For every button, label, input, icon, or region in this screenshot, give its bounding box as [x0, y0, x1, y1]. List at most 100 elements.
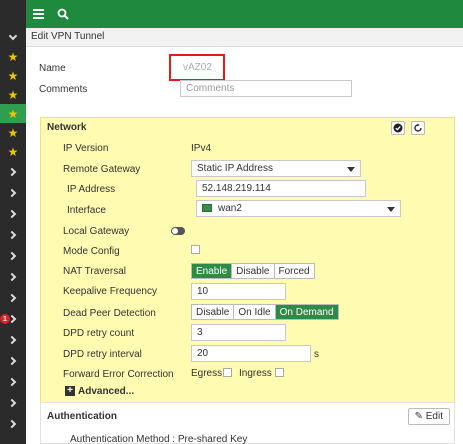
chevron-right-icon [7, 377, 17, 386]
sidebar-favorite-3[interactable]: ★ [0, 85, 26, 104]
comments-textarea[interactable]: Comments [180, 80, 352, 97]
mode-config-label: Mode Config [63, 246, 120, 257]
sidebar-favorite-6[interactable]: ★ [0, 142, 26, 161]
star-icon: ★ [7, 87, 19, 102]
fec-ingress-label: Ingress [239, 368, 272, 379]
authentication-panel: Authentication ✎ Edit Authentication Met… [40, 402, 455, 444]
name-label: Name [39, 63, 66, 74]
menu-icon[interactable] [30, 0, 46, 28]
sidebar-expand-10[interactable] [0, 351, 26, 370]
chevron-right-icon [7, 188, 17, 197]
refresh-icon[interactable] [411, 121, 425, 135]
chevron-right-icon [7, 251, 17, 260]
plus-icon[interactable]: + [65, 386, 75, 396]
interface-select[interactable]: wan2 [196, 200, 401, 217]
dpd-segment: Disable On Idle On Demand [191, 304, 339, 320]
remote-gateway-value: Static IP Address [197, 163, 273, 174]
interface-value: wan2 [218, 203, 242, 214]
nat-traversal-segment: Enable Disable Forced [191, 263, 315, 279]
remote-gateway-select[interactable]: Static IP Address [191, 160, 361, 177]
chevron-right-icon [7, 167, 17, 176]
dpd-on-idle-option[interactable]: On Idle [234, 305, 276, 319]
local-gateway-toggle[interactable] [171, 227, 185, 235]
chevron-down-icon [347, 167, 355, 172]
sidebar-favorite-2[interactable]: ★ [0, 66, 26, 85]
sidebar-collapse-icon[interactable] [0, 28, 26, 47]
local-gateway-label: Local Gateway [63, 226, 130, 237]
sidebar-favorite-1[interactable]: ★ [0, 47, 26, 66]
fec-ingress-checkbox[interactable] [275, 368, 284, 377]
sidebar-expand-2[interactable] [0, 183, 26, 202]
dpd-retry-interval-unit: s [314, 349, 319, 360]
page-header: Edit VPN Tunnel [26, 28, 463, 47]
sidebar-expand-9[interactable] [0, 330, 26, 349]
name-highlight-box [169, 54, 225, 81]
chevron-right-icon [7, 335, 17, 344]
sidebar-expand-7[interactable] [0, 288, 26, 307]
ip-address-label: IP Address [67, 184, 116, 195]
mode-config-checkbox[interactable] [191, 245, 200, 254]
dpd-retry-count-label: DPD retry count [63, 328, 135, 339]
sidebar-expand-3[interactable] [0, 204, 26, 223]
ip-version-label: IP Version [63, 143, 109, 154]
chevron-right-icon [7, 272, 17, 281]
sidebar-expand-11[interactable] [0, 372, 26, 391]
chevron-right-icon [7, 230, 17, 239]
dpd-retry-interval-label: DPD retry interval [63, 349, 142, 360]
authentication-method-text: Authentication Method : Pre-shared Key [70, 434, 248, 444]
keepalive-label: Keepalive Frequency [63, 286, 157, 297]
sidebar-expand-5[interactable] [0, 246, 26, 265]
authentication-title: Authentication [47, 411, 117, 422]
remote-gateway-label: Remote Gateway [63, 164, 141, 175]
dpd-disable-option[interactable]: Disable [192, 305, 235, 319]
dpd-retry-interval-input[interactable]: 20 [191, 345, 311, 362]
comments-label: Comments [39, 84, 88, 95]
chevron-right-icon [7, 209, 17, 218]
dpd-retry-count-input[interactable]: 3 [191, 324, 286, 341]
sidebar-expand-6[interactable] [0, 267, 26, 286]
star-icon: ★ [7, 144, 19, 159]
star-icon: ★ [7, 125, 19, 140]
chevron-down-icon [387, 207, 395, 212]
fec-egress-checkbox[interactable] [223, 368, 232, 377]
chevron-right-icon [7, 419, 17, 428]
nat-disable-option[interactable]: Disable [232, 264, 275, 278]
chevron-right-icon [7, 398, 17, 407]
interface-label: Interface [67, 205, 106, 216]
star-icon: ★ [7, 68, 19, 83]
star-icon: ★ [7, 106, 19, 121]
sidebar-expand-8[interactable]: 1 [0, 309, 26, 328]
advanced-toggle[interactable]: Advanced... [78, 386, 134, 397]
sidebar-expand-1[interactable] [0, 162, 26, 181]
main-content: Name vAZ02 Comments Comments Network IP … [26, 47, 463, 444]
sidebar-expand-12[interactable] [0, 393, 26, 412]
edit-button-label: Edit [425, 411, 443, 422]
top-bar-corner [0, 0, 26, 28]
dpd-label: Dead Peer Detection [63, 308, 156, 319]
fec-label: Forward Error Correction [63, 369, 174, 380]
network-panel: Network IP Version IPv4 Remote Gateway S… [40, 117, 455, 444]
sidebar-expand-4[interactable] [0, 225, 26, 244]
ip-version-value: IPv4 [191, 143, 212, 154]
star-icon: ★ [7, 49, 19, 64]
network-port-icon [202, 204, 212, 213]
search-icon[interactable] [55, 0, 71, 28]
pencil-icon: ✎ [414, 411, 426, 422]
nat-forced-option[interactable]: Forced [275, 264, 314, 278]
page-title: Edit VPN Tunnel [31, 31, 105, 42]
keepalive-input[interactable]: 10 [191, 283, 286, 300]
network-title: Network [47, 122, 87, 133]
edit-button[interactable]: ✎ Edit [407, 408, 450, 425]
chevron-right-icon [7, 293, 17, 302]
sidebar-expand-13[interactable] [0, 414, 26, 433]
nat-enable-option[interactable]: Enable [192, 264, 233, 278]
top-bar [0, 0, 463, 28]
sidebar-favorite-4-active[interactable]: ★ [0, 104, 26, 123]
fec-egress-label: Egress [191, 368, 223, 379]
sidebar: ★ ★ ★ ★ ★ ★ 1 [0, 28, 26, 444]
check-icon[interactable] [391, 121, 405, 135]
ip-address-input[interactable]: 52.148.219.114 [196, 180, 366, 197]
sidebar-favorite-5[interactable]: ★ [0, 123, 26, 142]
dpd-on-demand-option[interactable]: On Demand [275, 305, 338, 319]
chevron-right-icon [7, 356, 17, 365]
